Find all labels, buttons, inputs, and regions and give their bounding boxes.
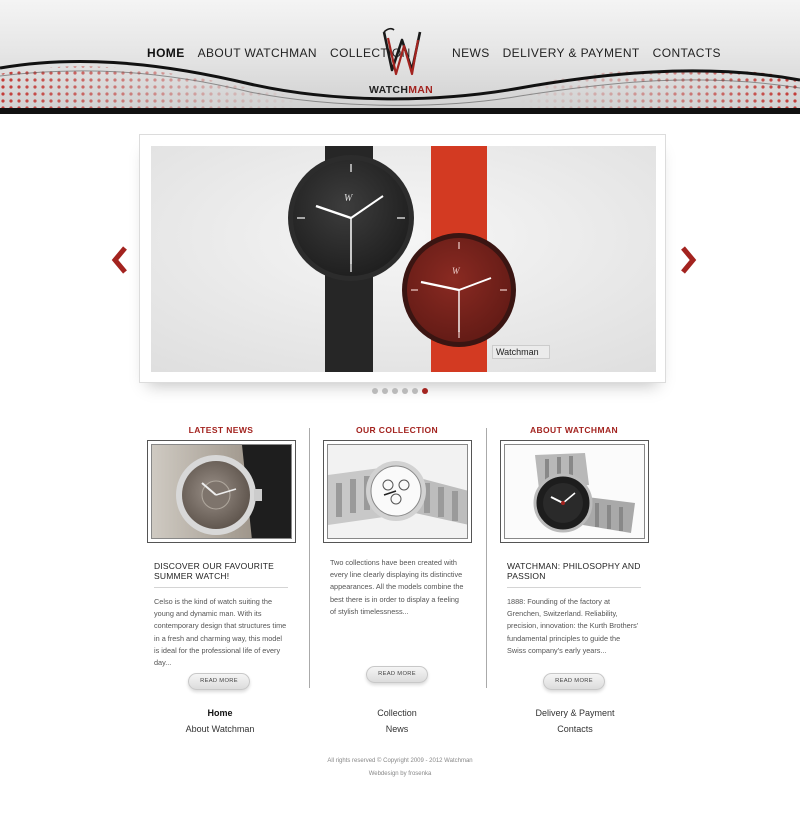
slider-dot[interactable]: [382, 388, 388, 394]
slider-dot[interactable]: [412, 388, 418, 394]
slider-dot[interactable]: [402, 388, 408, 394]
news-text: Celso is the kind of watch suiting the y…: [154, 597, 287, 668]
slider-dot[interactable]: [372, 388, 378, 394]
nav-delivery-payment[interactable]: Delivery & Payment: [503, 46, 640, 60]
about-text: 1888: Founding of the factory at Grenche…: [507, 597, 639, 655]
column-title: LATEST NEWS: [188, 425, 254, 435]
footer-link-delivery-payment[interactable]: Delivery & Payment: [515, 706, 635, 722]
news-heading[interactable]: DISCOVER OUR FAVOURITE SUMMER WATCH!: [154, 561, 288, 588]
main-nav-right: News Delivery & Payment Contacts: [452, 46, 721, 60]
news-read-more-button[interactable]: READ MORE: [188, 673, 250, 690]
logo-wordmark: WATCHMAN: [368, 84, 434, 96]
column-about-watchman: ABOUT WATCHMAN WATCHMAN: PHILOSOPHY AND …: [489, 424, 659, 690]
footer-links-col3: Delivery & Payment Contacts: [515, 706, 635, 737]
nav-contacts[interactable]: Contacts: [653, 46, 721, 60]
nav-home[interactable]: Home: [147, 46, 185, 60]
diver-watch-image: [504, 445, 644, 538]
slider-pagination: [372, 388, 428, 394]
about-thumbnail[interactable]: [499, 440, 649, 543]
chronograph-watch-image: [151, 445, 291, 538]
footer-link-contacts[interactable]: Contacts: [515, 722, 635, 738]
collection-text: Two collections have been created with e…: [330, 558, 464, 616]
nav-about-watchman[interactable]: About Watchman: [198, 46, 317, 60]
about-read-more-button[interactable]: READ MORE: [543, 673, 605, 690]
site-logo[interactable]: WATCHMAN: [368, 26, 434, 102]
column-title: ABOUT WATCHMAN: [529, 425, 619, 435]
footer-links-col2: Collection News: [337, 706, 457, 737]
column-our-collection: OUR COLLECTION Two collections have been…: [312, 424, 482, 683]
slide-caption-text: Watchman: [496, 347, 539, 357]
image-slider: W W Watchman: [139, 134, 666, 383]
column-divider: [486, 428, 487, 688]
chevron-left-icon: [111, 246, 127, 274]
steel-chronograph-image: [327, 445, 467, 538]
news-thumbnail[interactable]: [146, 440, 296, 543]
slide-caption: Watchman: [492, 345, 550, 359]
slider-prev-button[interactable]: [110, 246, 130, 274]
logo-word-black: WATCH: [368, 84, 409, 96]
slide-image-watches[interactable]: W W Watchman: [151, 146, 656, 372]
copyright-block: All rights reserved © Copyright 2009 - 2…: [300, 755, 500, 780]
site-header: Home About Watchman Collection WATCHMAN …: [0, 0, 800, 114]
column-title: OUR COLLECTION: [355, 425, 439, 435]
footer-link-collection[interactable]: Collection: [337, 706, 457, 722]
copyright-text: All rights reserved © Copyright 2009 - 2…: [327, 758, 473, 764]
column-latest-news: LATEST NEWS DISCOVER OUR FAVOURITE SUMME…: [136, 424, 306, 690]
slider-dot[interactable]: [422, 388, 428, 394]
about-heading[interactable]: WATCHMAN: PHILOSOPHY AND PASSION: [507, 561, 641, 588]
footer-link-home[interactable]: Home: [160, 706, 280, 722]
logo-word-red: MAN: [408, 84, 434, 96]
slider-dot[interactable]: [392, 388, 398, 394]
footer-link-about-watchman[interactable]: About Watchman: [160, 722, 280, 738]
chevron-right-icon: [681, 246, 697, 274]
footer-links-col1: Home About Watchman: [160, 706, 280, 737]
nav-news[interactable]: News: [452, 46, 490, 60]
collection-thumbnail[interactable]: [322, 440, 472, 543]
footer-link-news[interactable]: News: [337, 722, 457, 738]
column-divider: [309, 428, 310, 688]
double-w-logo-icon: [382, 27, 422, 76]
webdesign-credit: Webdesign by frosenka: [368, 770, 432, 777]
two-watches-illustration: W W: [151, 146, 656, 372]
slider-next-button[interactable]: [678, 246, 698, 274]
collection-read-more-button[interactable]: READ MORE: [366, 666, 428, 683]
